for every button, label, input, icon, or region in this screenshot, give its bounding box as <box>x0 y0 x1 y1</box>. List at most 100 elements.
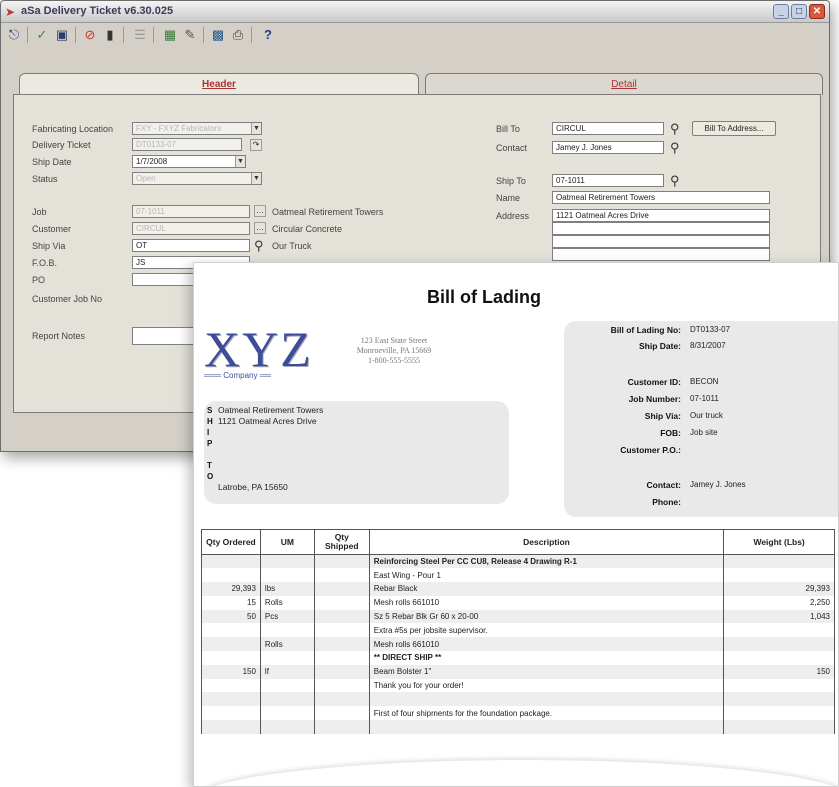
table-cell <box>313 582 370 596</box>
address-label: Address <box>496 211 530 221</box>
table-row <box>201 692 835 707</box>
help-icon[interactable]: ? <box>259 26 277 44</box>
table-row: Rolls Mesh rolls 661010 <box>201 637 835 652</box>
lookup-icon[interactable]: ↷ <box>250 139 262 151</box>
table-cell <box>368 720 725 734</box>
contact-field[interactable]: Jamey J. Jones <box>552 141 664 154</box>
contact-label: Contact <box>496 143 528 153</box>
cancel-icon[interactable]: ⊘ <box>81 26 99 44</box>
tab-detail[interactable]: Detail <box>425 73 823 95</box>
ship-to-label: Ship To <box>496 176 526 186</box>
tab-header[interactable]: Header <box>19 73 419 95</box>
search-icon[interactable]: ⚲ <box>254 239 264 252</box>
table-cell <box>201 554 261 569</box>
status-label: Status <box>32 174 58 184</box>
fob-label: FOB: <box>660 428 681 438</box>
minimize-button[interactable]: _ <box>773 4 789 19</box>
bill-to-address-button[interactable]: Bill To Address... <box>692 121 776 136</box>
ship-date-field[interactable]: 1/7/2008 ▼ <box>132 155 246 168</box>
job-number-label: Job Number: <box>628 394 681 404</box>
delivery-ticket-field[interactable]: DT0133-07 <box>132 138 242 151</box>
table-cell: 29,393 <box>201 582 261 596</box>
ship-via-description: Our Truck <box>272 241 312 251</box>
address-line-3[interactable] <box>552 235 770 248</box>
table-cell <box>201 623 261 638</box>
status-select[interactable]: Open ▼ <box>132 172 262 185</box>
maximize-button[interactable]: □ <box>791 4 807 19</box>
bill-to-search-icon[interactable]: ⚲ <box>670 122 680 135</box>
list-icon[interactable]: ☰ <box>131 26 149 44</box>
table-cell <box>723 651 835 665</box>
table-row: ** DIRECT SHIP ** <box>201 651 835 665</box>
ship-date-label: Ship Date <box>32 157 72 167</box>
customer-description: Circular Concrete <box>272 224 343 234</box>
edit-icon[interactable]: ✎ <box>181 26 199 44</box>
table-cell <box>259 623 315 638</box>
table-cell <box>723 568 835 583</box>
address-line-2[interactable] <box>552 222 770 235</box>
ship-to-letters: S H I P T O <box>207 406 214 481</box>
ship-via-label: Ship Via <box>32 241 66 251</box>
table-cell <box>313 623 370 638</box>
customer-id-value: BECON <box>690 377 719 386</box>
fob-label: F.O.B. <box>32 258 58 268</box>
address-line-4[interactable] <box>552 248 770 261</box>
table-cell <box>313 706 370 721</box>
close-button[interactable]: ✕ <box>809 4 825 19</box>
delivery-ticket-label: Delivery Ticket <box>32 140 91 150</box>
po-label: PO <box>32 275 46 285</box>
check-icon[interactable]: ✓ <box>33 26 51 44</box>
job-lookup-icon[interactable]: … <box>254 205 266 217</box>
table-row: Extra #5s per jobsite supervisor. <box>201 623 835 638</box>
customer-lookup-icon[interactable]: … <box>254 222 266 234</box>
report-notes-label: Report Notes <box>32 331 86 341</box>
contact-value: Jamey J. Jones <box>690 480 746 489</box>
customer-field[interactable]: CIRCUL <box>132 222 250 235</box>
table-cell <box>201 692 261 707</box>
ship-via-field[interactable]: OT <box>132 239 250 252</box>
table-cell <box>259 678 315 693</box>
save-icon[interactable]: ▣ <box>53 26 71 44</box>
phone-label: Phone: <box>652 497 681 507</box>
table-cell <box>723 706 835 721</box>
ship-to-city: Latrobe, PA 15650 <box>218 482 288 492</box>
table-cell <box>313 568 370 583</box>
print-icon[interactable]: ⎙ <box>229 26 247 44</box>
table-cell <box>201 706 261 721</box>
table-cell <box>313 554 370 569</box>
bill-of-lading-document: Bill of Lading XYZ ═══ Company ══ 123 Ea… <box>193 262 839 787</box>
table-cell: Reinforcing Steel Per CC CU8, Release 4 … <box>368 554 725 569</box>
contact-search-icon[interactable]: ⚲ <box>670 141 680 154</box>
bill-to-field[interactable]: CIRCUL <box>552 122 664 135</box>
exit-icon[interactable]: ⎋ <box>5 26 23 44</box>
table-cell <box>259 568 315 583</box>
table-cell <box>313 720 370 734</box>
ship-to-search-icon[interactable]: ⚲ <box>670 174 680 187</box>
line-items-table: Qty Ordered UM Qty Shipped Description W… <box>201 529 835 734</box>
job-field[interactable]: 07-1011 <box>132 205 250 218</box>
calc-icon[interactable]: ▦ <box>161 26 179 44</box>
table-cell <box>201 651 261 665</box>
table-row <box>201 720 835 734</box>
delete-icon[interactable]: ▮ <box>101 26 119 44</box>
preview-icon[interactable]: ▩ <box>209 26 227 44</box>
ship-to-field[interactable]: 07-1011 <box>552 174 664 187</box>
ship-via-label: Ship Via: <box>644 411 681 421</box>
fabricating-location-label: Fabricating Location <box>32 124 114 134</box>
toolbar: ⎋ ✓ ▣ ⊘ ▮ ☰ ▦ ✎ ▩ ⎙ ? <box>1 23 829 47</box>
document-title: Bill of Lading <box>427 287 541 307</box>
table-cell: Mesh rolls 661010 <box>368 595 725 610</box>
name-field[interactable]: Oatmeal Retirement Towers <box>552 191 770 204</box>
job-number-value: 07-1011 <box>690 394 719 403</box>
table-cell <box>259 651 315 665</box>
date-picker-icon: ▼ <box>235 156 245 167</box>
fabricating-location-select[interactable]: FXY - FXYZ Fabricators ▼ <box>132 122 262 135</box>
customer-job-no-label: Customer Job No <box>32 294 103 304</box>
job-label: Job <box>32 207 47 217</box>
table-cell <box>313 595 370 610</box>
job-description: Oatmeal Retirement Towers <box>272 207 384 217</box>
table-cell <box>723 554 835 569</box>
col-weight: Weight (Lbs) <box>723 529 835 555</box>
address-line-1[interactable]: 1121 Oatmeal Acres Drive <box>552 209 770 222</box>
title-bar[interactable]: ➤ aSa Delivery Ticket v6.30.025 _ □ ✕ <box>1 1 829 23</box>
